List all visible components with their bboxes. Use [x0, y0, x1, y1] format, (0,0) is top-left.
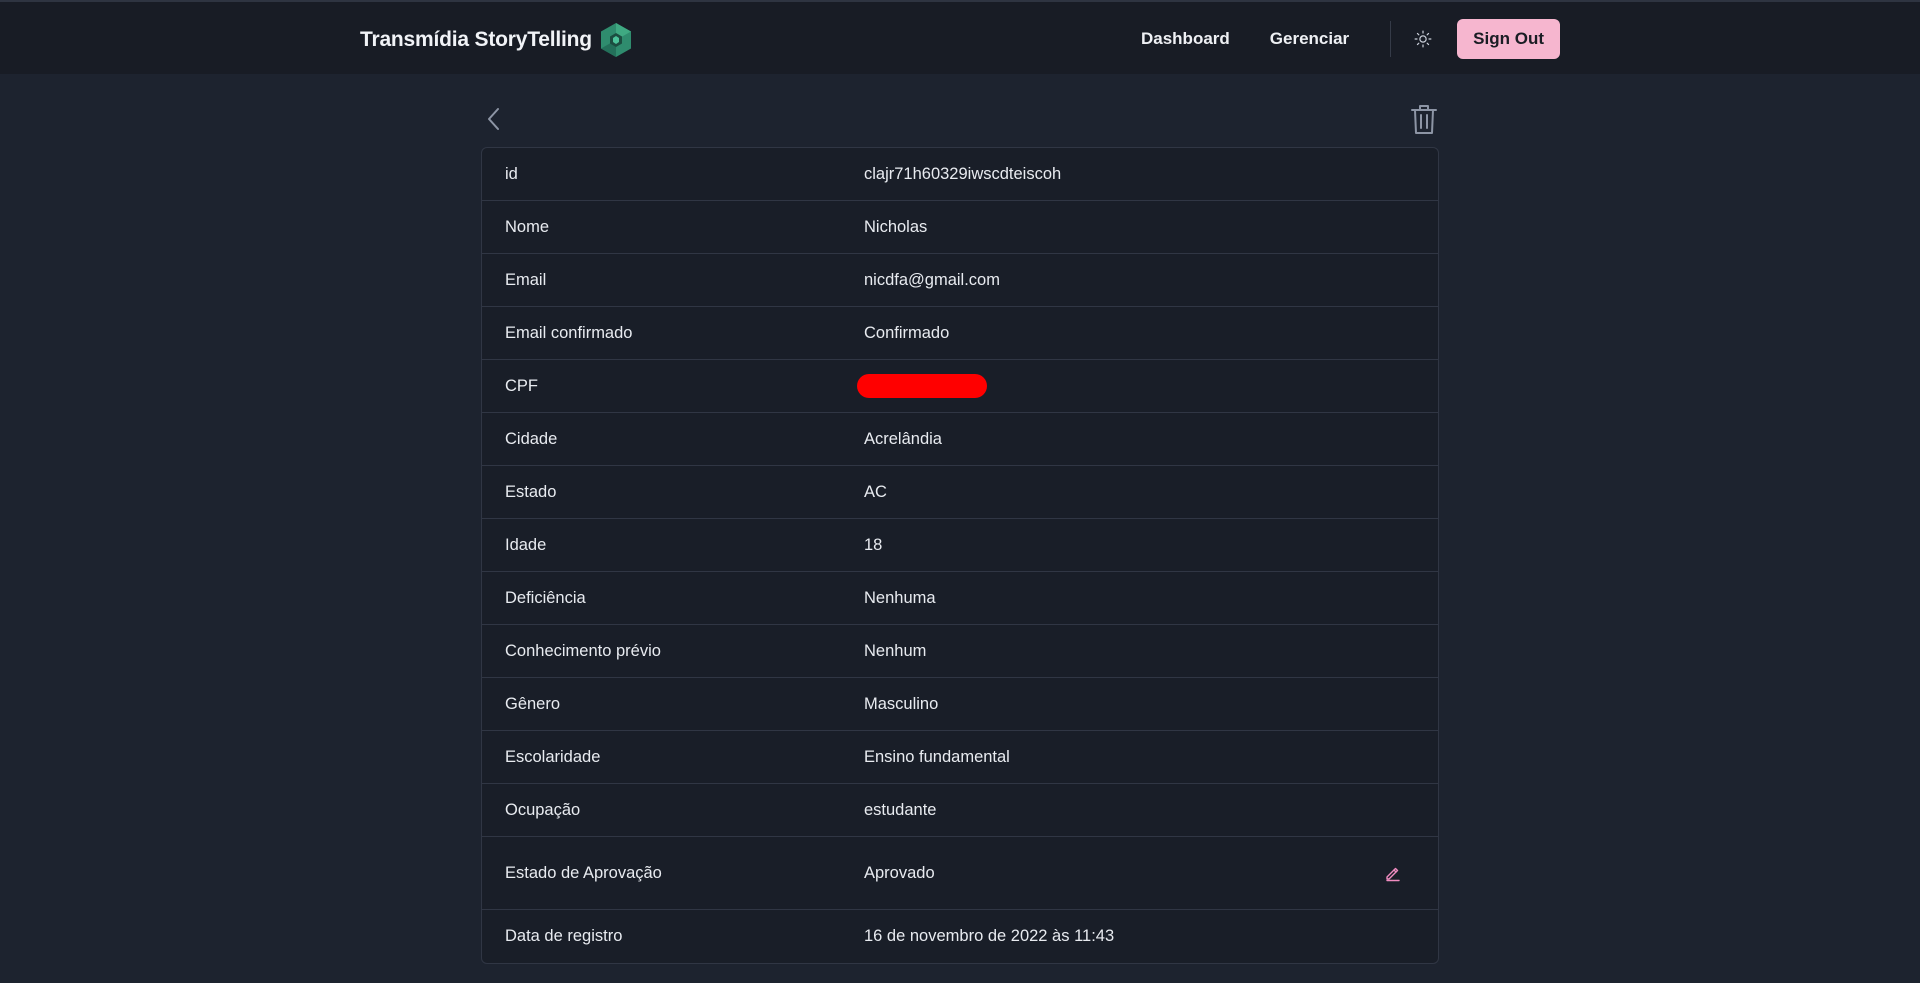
- row-cidade: Cidade Acrelândia: [482, 413, 1438, 466]
- detail-toolbar: [481, 100, 1439, 140]
- row-deficiencia: Deficiência Nenhuma: [482, 572, 1438, 625]
- row-label: id: [505, 164, 518, 183]
- nav-dashboard-link[interactable]: Dashboard: [1121, 18, 1250, 60]
- row-label: Escolaridade: [505, 747, 601, 766]
- chevron-left-icon: [488, 108, 499, 130]
- row-estado: Estado AC: [482, 466, 1438, 519]
- row-email: Email nicdfa@gmail.com: [482, 254, 1438, 307]
- row-value: estudante: [864, 800, 937, 819]
- row-label: Data de registro: [505, 927, 623, 945]
- row-label: Estado: [505, 482, 557, 501]
- row-nome: Nome Nicholas: [482, 201, 1438, 254]
- main-nav: Dashboard Gerenciar Sign Out: [1121, 18, 1560, 60]
- theme-toggle-button[interactable]: [1409, 25, 1437, 53]
- row-value: Nenhum: [864, 641, 927, 660]
- brand[interactable]: Transmídia StoryTelling: [360, 22, 632, 58]
- user-detail-table: id clajr71h60329iwscdteiscoh Nome Nichol…: [481, 147, 1439, 964]
- row-value: nicdfa@gmail.com: [864, 270, 1000, 289]
- row-value: clajr71h60329iwscdteiscoh: [864, 164, 1062, 183]
- row-value: [857, 374, 987, 398]
- row-estado-aprovacao: Estado de Aprovação Aprovado: [482, 837, 1438, 910]
- row-ocupacao: Ocupação estudante: [482, 784, 1438, 837]
- row-genero: Gênero Masculino: [482, 678, 1438, 731]
- row-label: Nome: [505, 217, 550, 236]
- redaction-mark: [857, 374, 987, 398]
- row-label: CPF: [505, 376, 538, 395]
- edit-approval-button[interactable]: [1384, 864, 1402, 882]
- row-label: Deficiência: [505, 588, 586, 607]
- row-value: Nicholas: [864, 217, 928, 236]
- row-value: Nenhuma: [864, 588, 936, 607]
- trash-icon: [1411, 105, 1437, 134]
- top-navbar: Transmídia StoryTelling Dashboard Gerenc…: [0, 0, 1920, 74]
- row-label: Email: [505, 270, 547, 289]
- pencil-icon: [1386, 867, 1400, 882]
- row-conhecimento-previo: Conhecimento prévio Nenhum: [482, 625, 1438, 678]
- row-email-confirmado: Email confirmado Confirmado: [482, 307, 1438, 360]
- sign-out-button[interactable]: Sign Out: [1457, 19, 1560, 59]
- row-value: Aprovado: [864, 863, 935, 882]
- row-value: Confirmado: [864, 323, 950, 342]
- row-id: id clajr71h60329iwscdteiscoh: [482, 148, 1438, 201]
- row-value: Masculino: [864, 694, 939, 713]
- nav-divider: [1390, 21, 1392, 57]
- row-value: AC: [864, 482, 887, 501]
- brand-title: Transmídia StoryTelling: [360, 28, 592, 51]
- row-value: Acrelândia: [864, 429, 942, 448]
- row-label: Idade: [505, 535, 547, 554]
- sun-icon: [1414, 30, 1432, 48]
- nav-gerenciar-link[interactable]: Gerenciar: [1250, 18, 1369, 60]
- row-label: Cidade: [505, 429, 558, 448]
- hexagon-logo-icon: [600, 23, 631, 57]
- row-label: Gênero: [505, 694, 561, 713]
- row-value: Ensino fundamental: [864, 747, 1010, 766]
- row-value: 18: [864, 535, 883, 554]
- row-data-registro: Data de registro 16 de novembro de 2022 …: [482, 910, 1438, 963]
- row-value: 16 de novembro de 2022 às 11:43: [864, 927, 1115, 945]
- row-label: Conhecimento prévio: [505, 641, 661, 660]
- row-cpf: CPF: [482, 360, 1438, 413]
- back-button[interactable]: [481, 104, 509, 134]
- row-label: Email confirmado: [505, 323, 633, 342]
- delete-button[interactable]: [1409, 102, 1439, 136]
- row-label: Estado de Aprovação: [505, 863, 662, 882]
- row-escolaridade: Escolaridade Ensino fundamental: [482, 731, 1438, 784]
- row-label: Ocupação: [505, 800, 581, 819]
- row-idade: Idade 18: [482, 519, 1438, 572]
